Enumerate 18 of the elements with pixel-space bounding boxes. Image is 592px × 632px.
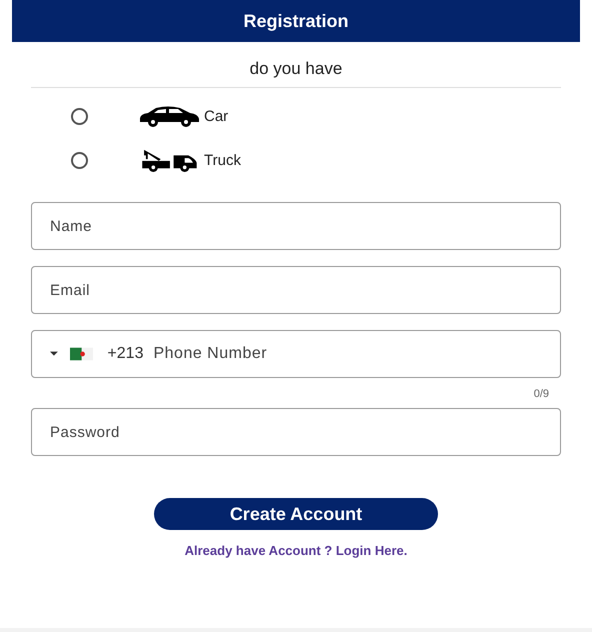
question-text: do you have	[250, 59, 342, 79]
phone-number-input[interactable]: Phone Number	[151, 344, 542, 364]
character-counter: 0/9	[532, 388, 550, 400]
flag-icon[interactable]	[70, 347, 94, 361]
radio-button[interactable]	[71, 152, 88, 168]
input-field[interactable]: Email	[31, 266, 561, 314]
radio-button[interactable]	[71, 108, 88, 124]
option-label: Car	[204, 108, 228, 124]
phone-field[interactable]: +213 Phone Number	[31, 330, 561, 378]
car-icon	[138, 104, 200, 128]
option-label: Truck	[204, 152, 241, 168]
login-link[interactable]: Already have Account ? Login Here.	[184, 543, 408, 558]
input-field[interactable]: Name	[31, 202, 561, 250]
country-code: +213	[107, 345, 144, 363]
create-account-button[interactable]: Create Account	[154, 498, 438, 530]
caret-icon[interactable]	[50, 351, 58, 357]
header-title: Registration	[243, 10, 348, 32]
input-field[interactable]: Password	[31, 408, 561, 456]
